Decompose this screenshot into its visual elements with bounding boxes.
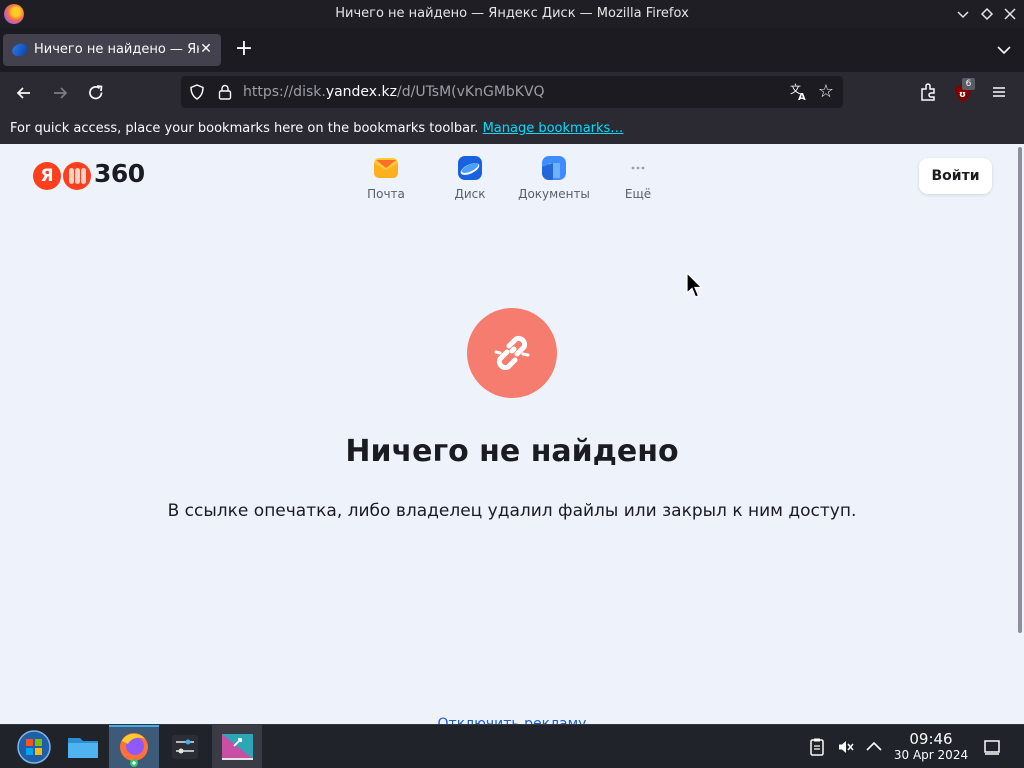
window-titlebar: Ничего не найдено — Яндекс Диск — Mozill… (0, 0, 1024, 28)
discover-store-icon (222, 734, 253, 760)
window-title: Ничего не найдено — Яндекс Диск — Mozill… (335, 6, 689, 21)
tracking-protection-shield-icon[interactable] (189, 84, 205, 100)
disk-icon (457, 155, 483, 181)
error-description: В ссылке опечатка, либо владелец удалил … (167, 501, 857, 521)
yandex-disk-favicon-icon (10, 41, 30, 59)
taskbar: 09:46 30 Apr 2024 (0, 724, 1024, 768)
start-orb-icon (17, 730, 51, 764)
service-disk[interactable]: Диск (430, 155, 510, 201)
volume-muted-icon[interactable] (836, 737, 856, 757)
service-label: Почта (367, 187, 405, 201)
digital-clock[interactable]: 09:46 30 Apr 2024 (892, 731, 970, 763)
disable-ads-link[interactable]: Отключить рекламу (0, 716, 1024, 724)
minimize-button[interactable] (954, 5, 972, 23)
more-icon (625, 155, 651, 181)
clipboard-icon[interactable] (807, 737, 827, 757)
back-button[interactable] (11, 81, 37, 105)
error-illustration (467, 308, 557, 398)
documents-icon (541, 155, 567, 181)
folder-icon (68, 738, 98, 758)
error-title: Ничего не найдено (345, 434, 679, 469)
forward-button[interactable] (47, 81, 73, 105)
tab-strip: Ничего не найдено — Яндекс Диск ✕ + (0, 28, 1024, 72)
clock-date: 30 Apr 2024 (893, 748, 969, 762)
navigation-toolbar: https://disk.yandex.kz/d/UTsM(vKnGMbKVQ … (0, 72, 1024, 114)
tab-yandex-disk[interactable]: Ничего не найдено — Яндекс Диск ✕ (3, 34, 221, 66)
app-menu-hamburger-icon[interactable] (988, 81, 1012, 105)
yandex-logo-ya: Я (33, 162, 61, 190)
page-content: Я 360 Почта Диск Документы Ещё Войти Нич… (0, 144, 1024, 724)
bookmarks-toolbar: For quick access, place your bookmarks h… (0, 114, 1024, 144)
new-tab-button[interactable]: + (232, 38, 256, 62)
service-label: Ещё (624, 187, 652, 201)
login-button[interactable]: Войти (919, 158, 992, 194)
svg-text:A: A (798, 92, 806, 102)
tab-close-icon[interactable]: ✕ (197, 40, 215, 58)
translate-icon[interactable]: 文A (789, 82, 809, 103)
url-text[interactable]: https://disk.yandex.kz/d/UTsM(vKnGMbKVQ (243, 84, 545, 100)
ublock-origin-icon[interactable]: ʊ 6 (952, 78, 975, 105)
start-menu-button[interactable] (9, 725, 59, 768)
extensions-puzzle-icon[interactable] (918, 81, 942, 105)
mouse-cursor-icon (686, 271, 706, 302)
logo-360-text: 360 (94, 159, 145, 188)
svg-text:ʊ: ʊ (959, 90, 966, 100)
service-documents[interactable]: Документы (514, 155, 594, 201)
reload-button[interactable] (83, 81, 109, 105)
service-mail[interactable]: Почта (346, 155, 426, 201)
mail-icon (373, 155, 399, 181)
broken-link-icon (494, 335, 530, 371)
service-label: Диск (454, 187, 486, 201)
close-window-button[interactable] (1001, 5, 1019, 23)
taskbar-discover[interactable] (212, 725, 262, 768)
url-bar[interactable]: https://disk.yandex.kz/d/UTsM(vKnGMbKVQ … (181, 76, 843, 108)
ublock-badge: 6 (962, 78, 975, 90)
show-hidden-icons-button[interactable] (864, 737, 884, 757)
lock-icon[interactable] (217, 83, 233, 101)
show-desktop-icon[interactable] (982, 737, 1002, 757)
page-scrollbar[interactable] (1018, 147, 1022, 633)
manage-bookmarks-link[interactable]: Manage bookmarks… (483, 121, 624, 136)
clock-time: 09:46 (909, 730, 953, 748)
settings-sliders-icon (172, 735, 198, 759)
taskbar-firefox[interactable] (109, 725, 159, 768)
list-all-tabs-button[interactable] (994, 40, 1014, 60)
tab-label: Ничего не найдено — Яндекс Диск (34, 42, 199, 57)
yandex-360-rings-icon (63, 162, 91, 190)
service-more[interactable]: Ещё (598, 155, 678, 201)
bookmarks-hint-text: For quick access, place your bookmarks h… (10, 121, 479, 136)
firefox-icon (120, 733, 148, 767)
bookmark-star-icon[interactable]: ☆ (815, 81, 837, 103)
maximize-button[interactable] (978, 5, 996, 23)
taskbar-system-settings[interactable] (160, 725, 210, 768)
service-label: Документы (518, 187, 590, 201)
taskbar-file-manager[interactable] (58, 725, 108, 768)
